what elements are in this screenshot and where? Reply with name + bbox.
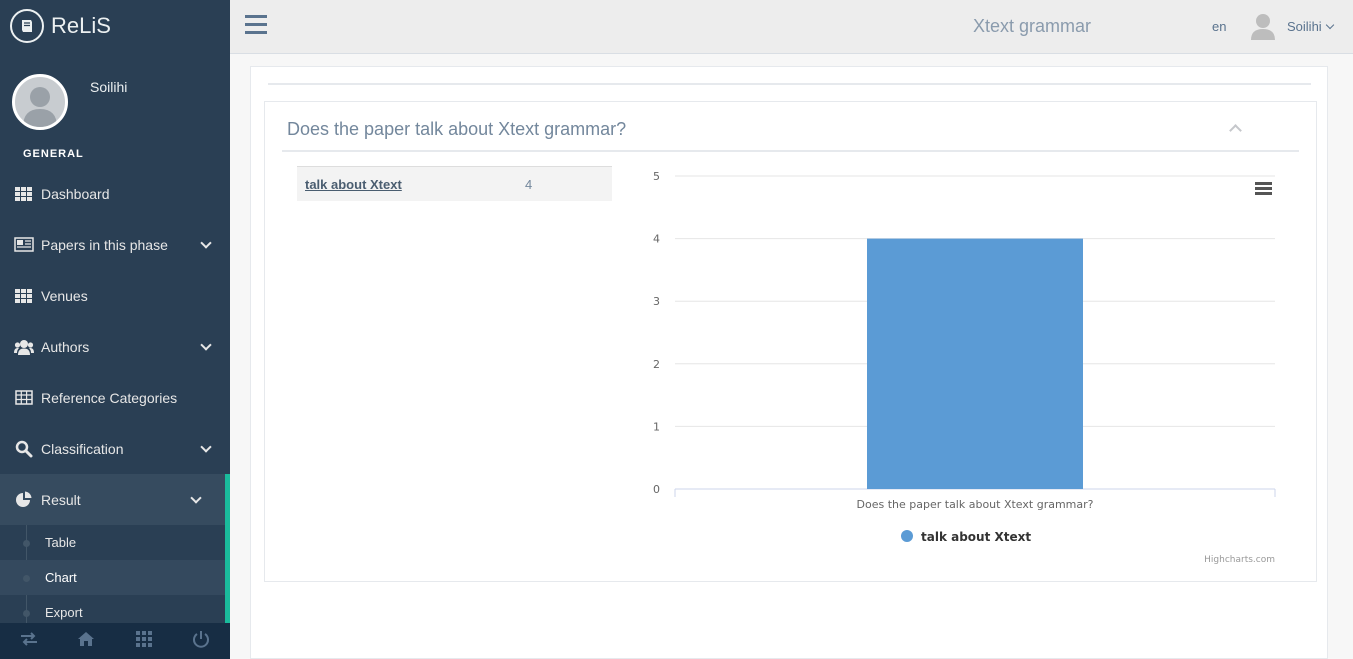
sidebar-item-reference-categories[interactable]: Reference Categories xyxy=(0,372,230,423)
y-tick-label: 5 xyxy=(653,170,660,183)
x-tick-label: Does the paper talk about Xtext grammar? xyxy=(857,498,1094,511)
sidebar-item-label: Dashboard xyxy=(41,185,110,202)
user-menu[interactable]: Soilihi xyxy=(1250,12,1334,40)
summary-table: talk about Xtext 4 xyxy=(297,166,612,201)
grid-icon xyxy=(14,185,34,203)
swap-button[interactable] xyxy=(0,623,58,659)
main-content: Does the paper talk about Xtext grammar?… xyxy=(250,66,1328,659)
summary-label-link[interactable]: talk about Xtext xyxy=(305,177,402,192)
sidebar-item-result[interactable]: Result xyxy=(0,474,230,525)
chevron-down-icon xyxy=(200,339,212,351)
y-tick-label: 3 xyxy=(653,295,660,308)
users-icon xyxy=(14,338,34,356)
swap-icon xyxy=(20,631,38,651)
legend-label: talk about Xtext xyxy=(921,530,1031,544)
result-panel: Does the paper talk about Xtext grammar?… xyxy=(264,101,1317,582)
chart-menu-icon[interactable] xyxy=(1255,182,1272,195)
submenu-label: Chart xyxy=(45,570,77,585)
apps-icon xyxy=(135,630,152,652)
sidebar-footer xyxy=(0,623,230,659)
search-icon xyxy=(14,440,34,458)
section-title: GENERAL xyxy=(23,148,84,160)
brand[interactable]: ReLiS xyxy=(0,0,230,52)
home-icon xyxy=(77,631,95,652)
chevron-down-icon xyxy=(190,492,202,504)
home-button[interactable] xyxy=(58,623,116,659)
sidebar-item-label: Authors xyxy=(41,338,90,355)
sidebar-item-label: Papers in this phase xyxy=(41,236,168,253)
result-submenu: Table Chart Export xyxy=(0,525,230,630)
sidebar-item-label: Reference Categories xyxy=(41,389,178,406)
submenu-item-chart[interactable]: Chart xyxy=(0,560,230,595)
sidebar-item-label: Classification xyxy=(41,440,124,457)
top-navbar: Xtext grammar en Soilihi xyxy=(230,0,1353,54)
summary-value: 4 xyxy=(525,177,533,192)
bar-chart: 0 1 2 3 4 5 Does the paper talk about Xtext gr… xyxy=(635,162,1295,572)
sidebar-item-papers[interactable]: Papers in this phase xyxy=(0,219,230,270)
sidebar: ReLiS Soilihi GENERAL Dashboard Papers i… xyxy=(0,0,230,659)
submenu-label: Export xyxy=(45,605,83,620)
divider xyxy=(268,83,1311,85)
language-selector[interactable]: en xyxy=(1212,19,1226,34)
chart-svg: 0 1 2 3 4 5 Does the paper talk about Xtext gr… xyxy=(653,170,1276,565)
sidebar-item-classification[interactable]: Classification xyxy=(0,423,230,474)
apps-button[interactable] xyxy=(115,623,173,659)
bullet-icon xyxy=(23,575,30,582)
divider xyxy=(282,150,1299,152)
y-tick-label: 0 xyxy=(653,483,660,496)
chevron-up-icon[interactable] xyxy=(1229,124,1242,137)
chart-credits: Highcharts.com xyxy=(1204,555,1275,565)
user-name: Soilihi xyxy=(1287,18,1322,34)
book-icon xyxy=(10,9,44,43)
chevron-down-icon xyxy=(200,237,212,249)
chevron-down-icon xyxy=(200,441,212,453)
newspaper-icon xyxy=(14,236,34,254)
avatar xyxy=(1250,12,1276,40)
page-title: Xtext grammar xyxy=(973,16,1092,36)
profile: Soilihi xyxy=(0,52,230,136)
app-title: ReLiS xyxy=(51,13,111,38)
y-tick-label: 4 xyxy=(653,233,660,246)
chevron-down-icon xyxy=(1325,20,1334,29)
bullet-icon xyxy=(23,540,30,547)
power-button[interactable] xyxy=(173,623,231,659)
table-icon xyxy=(14,389,34,407)
sidebar-item-authors[interactable]: Authors xyxy=(0,321,230,372)
sidebar-item-venues[interactable]: Venues xyxy=(0,270,230,321)
profile-name: Soilihi xyxy=(90,79,128,95)
grid-icon xyxy=(14,287,34,305)
submenu-item-table[interactable]: Table xyxy=(0,525,230,560)
submenu-label: Table xyxy=(45,535,77,550)
bullet-icon xyxy=(23,610,30,617)
pie-chart-icon xyxy=(14,491,34,509)
sidebar-item-label: Result xyxy=(41,491,81,508)
power-icon xyxy=(192,630,210,653)
y-tick-label: 2 xyxy=(653,358,660,371)
sidebar-nav: Dashboard Papers in this phase Venues Au… xyxy=(0,168,230,630)
sidebar-item-label: Venues xyxy=(41,287,88,304)
y-tick-label: 1 xyxy=(653,420,660,433)
avatar xyxy=(12,74,68,130)
sidebar-item-dashboard[interactable]: Dashboard xyxy=(0,168,230,219)
bar xyxy=(867,238,1083,489)
panel-title: Does the paper talk about Xtext grammar? xyxy=(287,119,627,139)
menu-toggle-icon[interactable] xyxy=(245,15,267,35)
legend-marker xyxy=(901,530,913,542)
